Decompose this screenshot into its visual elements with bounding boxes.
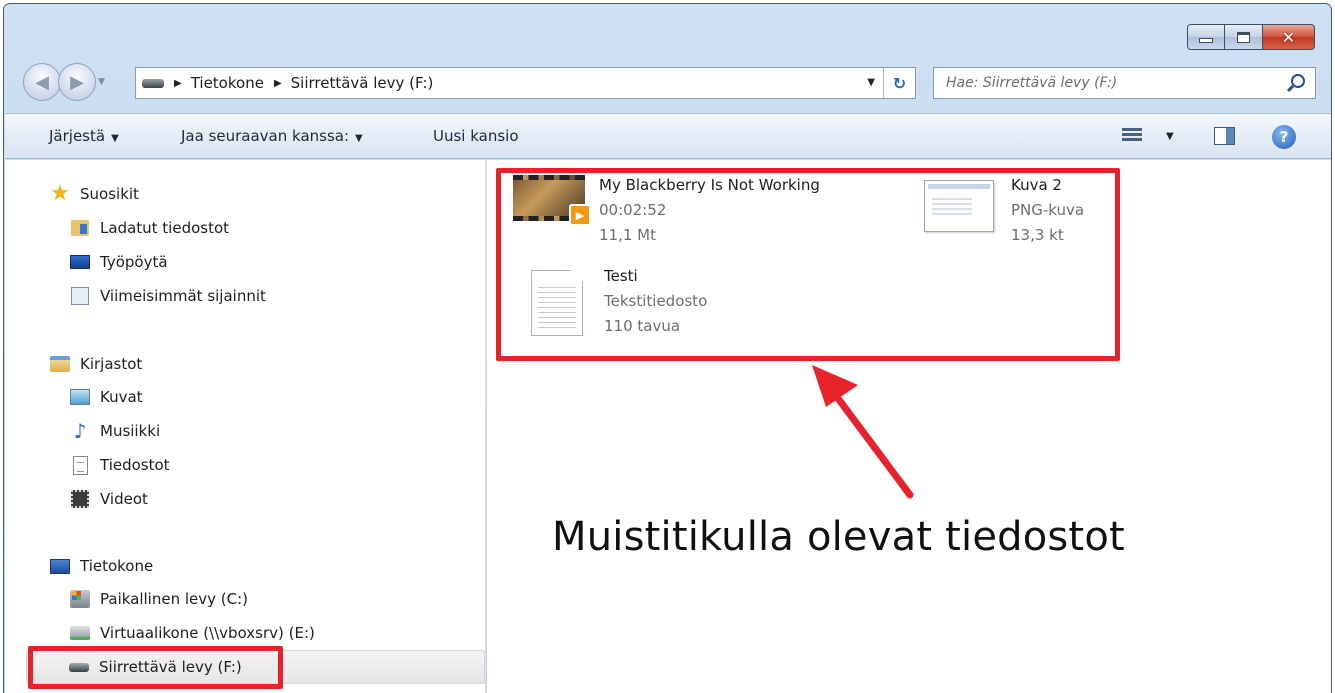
breadcrumb-computer[interactable]: Tietokone — [191, 74, 264, 92]
maximize-button[interactable] — [1225, 24, 1263, 50]
sidebar-item-label: Työpöytä — [100, 253, 168, 271]
film-strip-icon — [70, 489, 90, 509]
change-view-icon[interactable] — [1122, 126, 1142, 146]
refresh-button[interactable]: ↻ — [883, 68, 915, 98]
sidebar-header-label: Kirjastot — [80, 355, 143, 373]
minimize-icon — [1199, 38, 1213, 43]
explorer-window: ✕ ◀ ▶ ▼ ▶ Tietokone ▶ Siirrettävä levy (… — [3, 3, 1332, 693]
music-note-icon: ♪ — [73, 419, 87, 443]
sidebar-item-label: Viimeisimmät sijainnit — [100, 287, 266, 305]
new-folder-button[interactable]: Uusi kansio — [433, 127, 519, 145]
downloads-folder-icon — [70, 218, 90, 238]
arrow-right-icon: ▶ — [70, 71, 84, 93]
libraries-icon — [50, 354, 70, 374]
hard-drive-icon — [70, 589, 90, 609]
sidebar-item-videos[interactable]: Videot — [70, 485, 148, 513]
sidebar-item-label: Ladatut tiedostot — [100, 219, 230, 237]
sidebar-favorites[interactable]: ★ Suosikit — [50, 180, 139, 208]
sidebar-item-label: Videot — [100, 490, 148, 508]
address-dropdown-icon[interactable]: ▼ — [867, 77, 875, 88]
share-with-button[interactable]: Jaa seuraavan kanssa: ▼ — [181, 127, 363, 145]
navigation-pane: ★ Suosikit Ladatut tiedostot Työpöytä Vi… — [5, 160, 486, 693]
sidebar-item-downloads[interactable]: Ladatut tiedostot — [70, 214, 229, 242]
organize-label: Järjestä — [49, 127, 106, 145]
sidebar-item-network-drive[interactable]: Virtuaalikone (\\vboxsrv) (E:) — [70, 619, 315, 647]
command-bar: Järjestä ▼ Jaa seuraavan kanssa: ▼ Uusi ka… — [5, 113, 1331, 159]
sidebar-item-label: Paikallinen levy (C:) — [100, 590, 249, 608]
share-with-label: Jaa seuraavan kanssa: — [181, 127, 350, 145]
annotation-arrow-icon — [812, 365, 914, 499]
close-icon: ✕ — [1281, 27, 1296, 47]
help-icon[interactable]: ? — [1272, 125, 1296, 149]
network-drive-icon — [70, 623, 90, 643]
pictures-icon — [70, 387, 90, 407]
arrow-left-icon: ◀ — [35, 71, 49, 93]
caption-buttons: ✕ — [1187, 24, 1315, 50]
document-icon — [70, 455, 90, 475]
search-placeholder: Hae: Siirrettävä levy (F:) — [946, 75, 1118, 91]
refresh-icon: ↻ — [892, 73, 907, 93]
sidebar-libraries[interactable]: Kirjastot — [50, 350, 142, 378]
search-icon[interactable] — [1291, 74, 1305, 88]
sidebar-header-label: Suosikit — [80, 185, 139, 203]
highlight-box-files — [496, 168, 1120, 361]
sidebar-header-label: Tietokone — [80, 557, 154, 575]
organize-button[interactable]: Järjestä ▼ — [49, 127, 119, 145]
recent-pages-dropdown[interactable]: ▼ — [98, 77, 105, 87]
sidebar-item-recent-places[interactable]: Viimeisimmät sijainnit — [70, 282, 266, 310]
sidebar-item-local-disk[interactable]: Paikallinen levy (C:) — [70, 585, 248, 613]
search-input[interactable]: Hae: Siirrettävä levy (F:) — [933, 67, 1316, 99]
breadcrumb-chevron-icon[interactable]: ▶ — [174, 78, 182, 89]
sidebar-item-music[interactable]: ♪ Musiikki — [70, 417, 161, 445]
sidebar-item-label: Virtuaalikone (\\vboxsrv) (E:) — [100, 624, 315, 642]
maximize-icon — [1237, 31, 1250, 43]
sidebar-item-label: Musiikki — [100, 422, 161, 440]
sidebar-computer[interactable]: Tietokone — [50, 552, 153, 580]
chevron-down-icon: ▼ — [355, 133, 363, 144]
removable-drive-icon — [142, 78, 164, 88]
close-button[interactable]: ✕ — [1263, 24, 1315, 50]
recent-places-icon — [70, 286, 90, 306]
breadcrumb-chevron-icon[interactable]: ▶ — [274, 78, 282, 89]
sidebar-item-desktop[interactable]: Työpöytä — [70, 248, 168, 276]
view-options-dropdown[interactable]: ▼ — [1166, 131, 1174, 142]
new-folder-label: Uusi kansio — [433, 127, 519, 145]
sidebar-item-pictures[interactable]: Kuvat — [70, 383, 143, 411]
computer-icon — [50, 556, 70, 576]
star-icon: ★ — [50, 181, 70, 206]
address-bar[interactable]: ▶ Tietokone ▶ Siirrettävä levy (F:) ▼ ↻ — [135, 67, 916, 99]
desktop-icon — [70, 252, 90, 272]
preview-pane-icon[interactable] — [1214, 127, 1235, 145]
annotation-caption: Muistitikulla olevat tiedostot — [552, 514, 1125, 560]
sidebar-item-label: Tiedostot — [100, 456, 170, 474]
forward-button[interactable]: ▶ — [58, 63, 96, 101]
highlight-box-drive — [28, 646, 283, 689]
sidebar-item-label: Kuvat — [100, 388, 143, 406]
sidebar-item-documents[interactable]: Tiedostot — [70, 451, 170, 479]
chevron-down-icon: ▼ — [111, 133, 119, 144]
back-button[interactable]: ◀ — [23, 63, 61, 101]
breadcrumb-removable-drive[interactable]: Siirrettävä levy (F:) — [291, 74, 434, 92]
minimize-button[interactable] — [1187, 24, 1225, 50]
